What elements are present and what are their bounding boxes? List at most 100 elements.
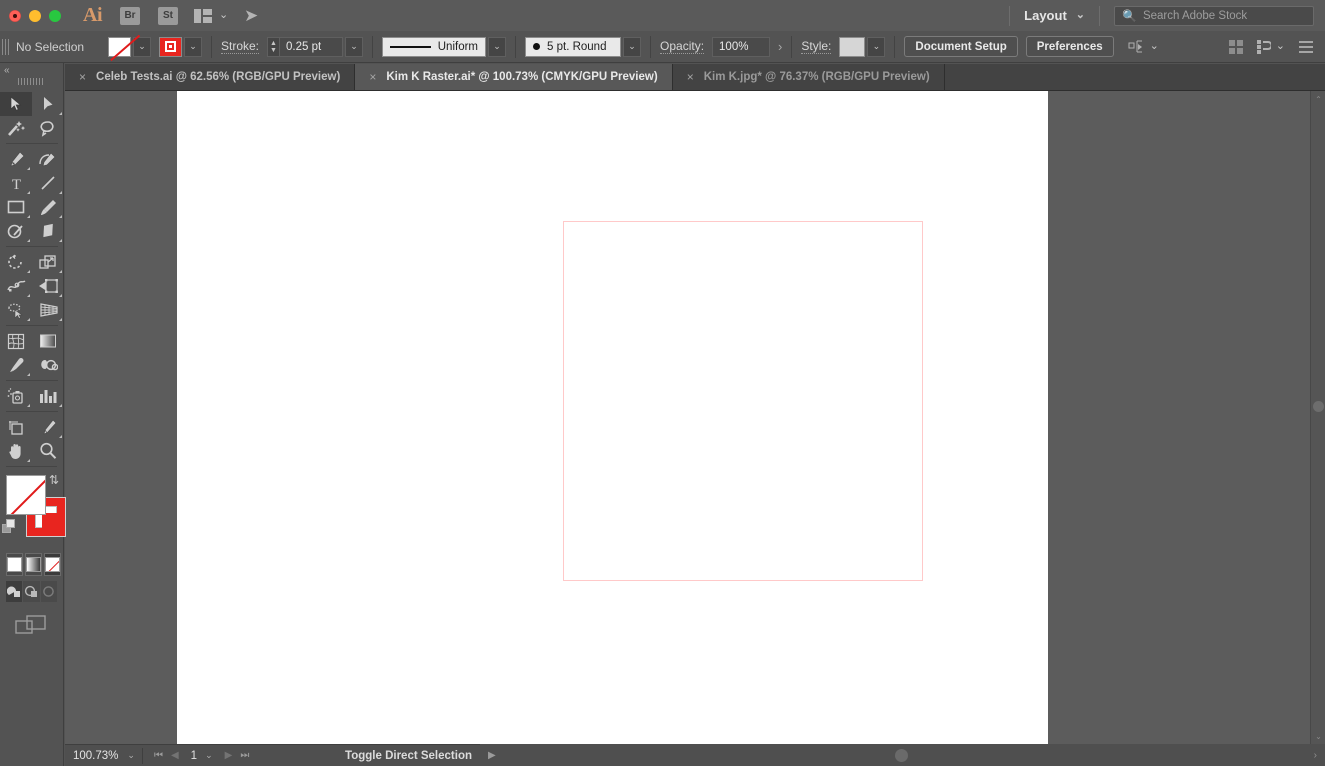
- column-graph-tool[interactable]: [32, 384, 64, 408]
- stroke-dropdown-button[interactable]: ⌄: [184, 36, 202, 57]
- perspective-grid-tool[interactable]: [32, 298, 64, 322]
- stroke-control[interactable]: ⌄: [159, 36, 202, 57]
- paintbrush-tool[interactable]: [32, 195, 64, 219]
- flyout-indicator[interactable]: [27, 239, 30, 242]
- eyedropper-tool[interactable]: [0, 353, 32, 377]
- horizontal-scrollbar[interactable]: ‹ ›: [480, 744, 1325, 766]
- document-setup-button[interactable]: Document Setup: [904, 36, 1018, 57]
- close-icon[interactable]: ×: [687, 70, 694, 84]
- flyout-indicator[interactable]: [59, 215, 62, 218]
- stroke-swatch[interactable]: [159, 36, 182, 57]
- chevron-down-icon[interactable]: ⌄: [127, 750, 135, 761]
- flyout-indicator[interactable]: [59, 112, 62, 115]
- zoom-level-control[interactable]: 100.73% ⌄: [73, 747, 135, 765]
- stroke-profile-dropdown-button[interactable]: ⌄: [488, 36, 507, 57]
- scale-tool[interactable]: [32, 250, 64, 274]
- hand-tool[interactable]: [0, 439, 32, 463]
- style-label[interactable]: Style:: [801, 39, 832, 54]
- selection-tool[interactable]: [0, 92, 32, 116]
- color-mode-button[interactable]: [6, 553, 23, 576]
- fill-swatch-large[interactable]: [6, 475, 46, 515]
- arrange-documents-button[interactable]: ⌄: [194, 8, 228, 23]
- tools-panel-header[interactable]: «: [0, 63, 63, 92]
- flyout-indicator[interactable]: [27, 294, 30, 297]
- artboard-tool[interactable]: [0, 415, 32, 439]
- brush-definition-value[interactable]: 5 pt. Round: [525, 36, 622, 57]
- none-mode-button[interactable]: [44, 553, 61, 576]
- flyout-indicator[interactable]: [59, 191, 62, 194]
- more-options-icon[interactable]: [1299, 40, 1313, 53]
- artboard-dropdown-icon[interactable]: ⌄: [205, 750, 213, 761]
- rocket-icon[interactable]: ➤: [244, 5, 259, 25]
- stroke-weight-label[interactable]: Stroke:: [221, 39, 260, 54]
- flyout-indicator[interactable]: [59, 318, 62, 321]
- status-options-button[interactable]: ▶: [488, 750, 496, 761]
- type-tool[interactable]: T: [0, 171, 32, 195]
- last-artboard-button[interactable]: ⏭: [236, 750, 253, 761]
- lasso-tool[interactable]: [32, 116, 64, 140]
- fill-control[interactable]: ⌄: [108, 36, 151, 57]
- brush-definition-dropdown-button[interactable]: ⌄: [623, 36, 642, 57]
- preferences-button[interactable]: Preferences: [1025, 36, 1114, 57]
- previous-artboard-button[interactable]: ◀: [167, 750, 183, 761]
- eraser-tool[interactable]: [32, 219, 64, 243]
- graphic-style-swatch[interactable]: [839, 36, 866, 57]
- vertical-scrollbar[interactable]: ⌃ ⌄: [1310, 91, 1325, 744]
- flyout-indicator[interactable]: [59, 270, 62, 273]
- swap-fill-stroke-icon[interactable]: ⇅: [49, 473, 59, 487]
- opacity-value[interactable]: 100%: [712, 36, 771, 57]
- stock-launch-button[interactable]: St: [158, 6, 178, 25]
- tools-panel-grip[interactable]: [18, 78, 44, 85]
- control-bar-grip[interactable]: [2, 38, 9, 55]
- direct-selection-tool[interactable]: [32, 92, 64, 116]
- brush-definition-control[interactable]: 5 pt. Round ⌄: [525, 36, 642, 57]
- opacity-label[interactable]: Opacity:: [660, 39, 705, 54]
- scroll-down-icon[interactable]: ⌄: [1311, 729, 1325, 743]
- curvature-tool[interactable]: [32, 147, 64, 171]
- rectangle-tool[interactable]: [0, 195, 32, 219]
- graphic-style-dropdown-button[interactable]: ⌄: [867, 36, 886, 57]
- blend-tool[interactable]: [32, 353, 64, 377]
- draw-behind-mode-button[interactable]: [23, 581, 40, 602]
- rotate-tool[interactable]: [0, 250, 32, 274]
- stroke-weight-dropdown-button[interactable]: ⌄: [345, 36, 364, 57]
- arrange-control[interactable]: ⌄: [1256, 39, 1285, 54]
- flyout-indicator[interactable]: [27, 318, 30, 321]
- zoom-window-button[interactable]: [49, 9, 61, 22]
- document-tab-2[interactable]: × Kim K Raster.ai* @ 100.73% (CMYK/GPU P…: [355, 64, 673, 90]
- flyout-indicator[interactable]: [59, 239, 62, 242]
- stock-search-box[interactable]: 🔍 Search Adobe Stock: [1114, 5, 1314, 26]
- minimize-window-button[interactable]: [29, 9, 41, 22]
- stroke-profile-value[interactable]: Uniform: [382, 36, 487, 57]
- document-canvas[interactable]: [177, 91, 1048, 744]
- workspace-switcher[interactable]: Layout ⌄: [1024, 8, 1085, 23]
- stroke-weight-stepper[interactable]: ▲ ▼: [267, 36, 280, 57]
- mesh-tool[interactable]: [0, 329, 32, 353]
- draw-inside-mode-button[interactable]: [40, 581, 57, 602]
- artboard-number-field[interactable]: 1: [183, 750, 205, 762]
- gradient-mode-button[interactable]: [25, 553, 42, 576]
- collapse-panel-icon[interactable]: «: [4, 65, 10, 76]
- close-icon[interactable]: ×: [369, 70, 376, 84]
- symbol-sprayer-tool[interactable]: [0, 384, 32, 408]
- close-window-button[interactable]: [9, 9, 21, 22]
- close-icon[interactable]: ×: [79, 70, 86, 84]
- flyout-indicator[interactable]: [59, 435, 62, 438]
- free-transform-tool[interactable]: [32, 274, 64, 298]
- first-artboard-button[interactable]: ⏮: [150, 750, 167, 761]
- zoom-tool[interactable]: [32, 439, 64, 463]
- pen-tool[interactable]: [0, 147, 32, 171]
- flyout-indicator[interactable]: [27, 167, 30, 170]
- next-artboard-button[interactable]: ▶: [221, 750, 237, 761]
- artboard[interactable]: [563, 221, 923, 581]
- select-similar-control[interactable]: ⌄: [1128, 40, 1159, 54]
- flyout-indicator[interactable]: [27, 404, 30, 407]
- flyout-indicator[interactable]: [27, 373, 30, 376]
- document-tab-3[interactable]: × Kim K.jpg* @ 76.37% (RGB/GPU Preview): [673, 64, 945, 90]
- horizontal-scroll-handle[interactable]: [895, 748, 908, 762]
- align-icon[interactable]: [1228, 39, 1243, 54]
- fill-dropdown-button[interactable]: ⌄: [133, 36, 151, 57]
- magic-wand-tool[interactable]: [0, 116, 32, 140]
- vertical-scroll-handle[interactable]: [1313, 401, 1324, 412]
- width-tool[interactable]: [0, 274, 32, 298]
